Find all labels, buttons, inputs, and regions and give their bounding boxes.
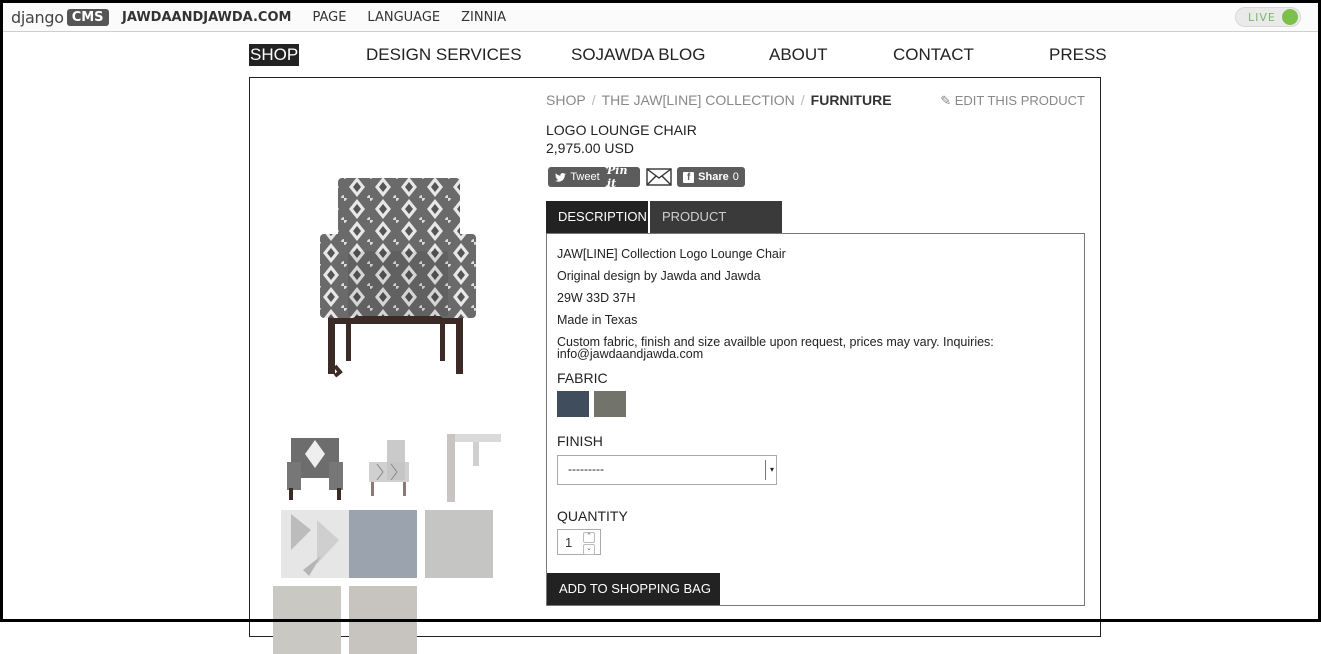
description-line: 29W 33D 37H bbox=[557, 291, 636, 305]
chevron-down-icon[interactable]: ⌄ bbox=[583, 544, 595, 555]
share-count: 0 bbox=[732, 171, 739, 183]
logo-badge: CMS bbox=[66, 8, 109, 26]
django-cms-logo[interactable]: django CMS bbox=[11, 7, 109, 27]
thumbnail-finish-wood[interactable] bbox=[349, 586, 417, 654]
fabric-label: FABRIC bbox=[557, 370, 608, 386]
chevron-up-icon[interactable]: ⌃ bbox=[583, 532, 595, 543]
thumbnail-fabric-gray[interactable] bbox=[425, 510, 493, 578]
cms-menu-language[interactable]: LANGUAGE bbox=[367, 10, 440, 25]
nav-shop[interactable]: SHOP bbox=[249, 44, 300, 66]
description-line: Original design by Jawda and Jawda bbox=[557, 269, 761, 283]
tab-description[interactable]: DESCRIPTION bbox=[546, 201, 648, 233]
quantity-value: 1 bbox=[565, 535, 573, 550]
breadcrumb-collection[interactable]: THE JAW[LINE] COLLECTION bbox=[602, 92, 795, 108]
main-nav: SHOP DESIGN SERVICES SOJAWDA BLOG ABOUT … bbox=[249, 44, 1107, 68]
quantity-spinner[interactable]: ⌃ ⌄ bbox=[583, 532, 595, 555]
breadcrumb-separator: / bbox=[800, 92, 805, 108]
description-line: JAW[LINE] Collection Logo Lounge Chair bbox=[557, 247, 786, 261]
share-label: Share bbox=[698, 171, 729, 183]
live-status-dot bbox=[1282, 9, 1298, 25]
breadcrumb-shop[interactable]: SHOP bbox=[546, 92, 586, 108]
finish-selected-value: --------- bbox=[568, 462, 604, 476]
live-label: LIVE bbox=[1248, 11, 1276, 24]
edit-product-link[interactable]: ✎ EDIT THIS PRODUCT bbox=[940, 93, 1085, 109]
tweet-label: Tweet bbox=[570, 171, 600, 183]
breadcrumb-furniture[interactable]: FURNITURE bbox=[811, 92, 892, 108]
finish-select[interactable]: --------- ▾ bbox=[557, 455, 777, 485]
pinit-button[interactable]: Pin it bbox=[607, 164, 640, 190]
logo-text: django bbox=[11, 7, 64, 27]
chevron-down-icon: ▾ bbox=[765, 460, 774, 480]
inquiry-email[interactable]: info@jawdaandjawda.com bbox=[557, 348, 703, 361]
breadcrumb: SHOP / THE JAW[LINE] COLLECTION / FURNITURE bbox=[546, 92, 892, 108]
cms-menu: JAWDAANDJAWDA.COM PAGE LANGUAGE ZINNIA bbox=[122, 10, 527, 25]
live-toggle[interactable]: LIVE bbox=[1235, 7, 1301, 27]
cms-menu-zinnia[interactable]: ZINNIA bbox=[461, 10, 506, 25]
product-title: LOGO LOUNGE CHAIR bbox=[546, 122, 697, 138]
finish-label: FINISH bbox=[557, 433, 603, 449]
edit-product-label: EDIT THIS PRODUCT bbox=[954, 93, 1085, 108]
thumbnail-finish-light[interactable] bbox=[273, 586, 341, 654]
nav-about[interactable]: ABOUT bbox=[769, 44, 828, 66]
cms-menu-page[interactable]: PAGE bbox=[312, 10, 346, 25]
thumbnail-chair-front[interactable] bbox=[281, 434, 349, 502]
breadcrumb-separator: / bbox=[591, 92, 596, 108]
cms-toolbar: django CMS JAWDAANDJAWDA.COM PAGE LANGUA… bbox=[3, 3, 1318, 32]
fabric-swatch-blue[interactable] bbox=[557, 391, 589, 417]
nav-sojawda-blog[interactable]: SOJAWDA BLOG bbox=[571, 44, 705, 66]
nav-design-services[interactable]: DESIGN SERVICES bbox=[366, 44, 522, 66]
thumbnail-fabric-detail[interactable] bbox=[281, 510, 349, 578]
thumbnail-fabric-blue[interactable] bbox=[349, 510, 417, 578]
thumbnail-chair-side[interactable] bbox=[357, 434, 425, 502]
tab-product-details[interactable]: PRODUCT DETAILS bbox=[650, 201, 782, 256]
quantity-stepper[interactable]: 1 ⌃ ⌄ bbox=[557, 529, 601, 555]
fabric-swatch-gray[interactable] bbox=[594, 391, 626, 417]
facebook-icon: f bbox=[683, 171, 695, 183]
facebook-share-button[interactable]: f Share 0 bbox=[677, 167, 745, 187]
tweet-button[interactable]: Tweet bbox=[548, 167, 607, 187]
nav-press[interactable]: PRESS bbox=[1049, 44, 1107, 66]
quantity-label: QUANTITY bbox=[557, 508, 628, 524]
description-line: Made in Texas bbox=[557, 313, 638, 327]
pinit-label: Pin it bbox=[607, 164, 628, 190]
thumbnail-chair-leg[interactable] bbox=[433, 434, 501, 502]
nav-contact[interactable]: CONTACT bbox=[893, 44, 974, 66]
edit-icon: ✎ bbox=[940, 93, 952, 108]
add-to-bag-button[interactable]: ADD TO SHOPPING BAG bbox=[547, 573, 720, 605]
description-panel: JAW[LINE] Collection Logo Lounge Chair O… bbox=[546, 233, 1085, 606]
twitter-icon bbox=[555, 172, 567, 182]
email-share-icon[interactable] bbox=[646, 168, 672, 186]
product-main-image[interactable] bbox=[318, 176, 478, 380]
product-price: 2,975.00 USD bbox=[546, 140, 634, 156]
cms-menu-site[interactable]: JAWDAANDJAWDA.COM bbox=[122, 10, 291, 25]
